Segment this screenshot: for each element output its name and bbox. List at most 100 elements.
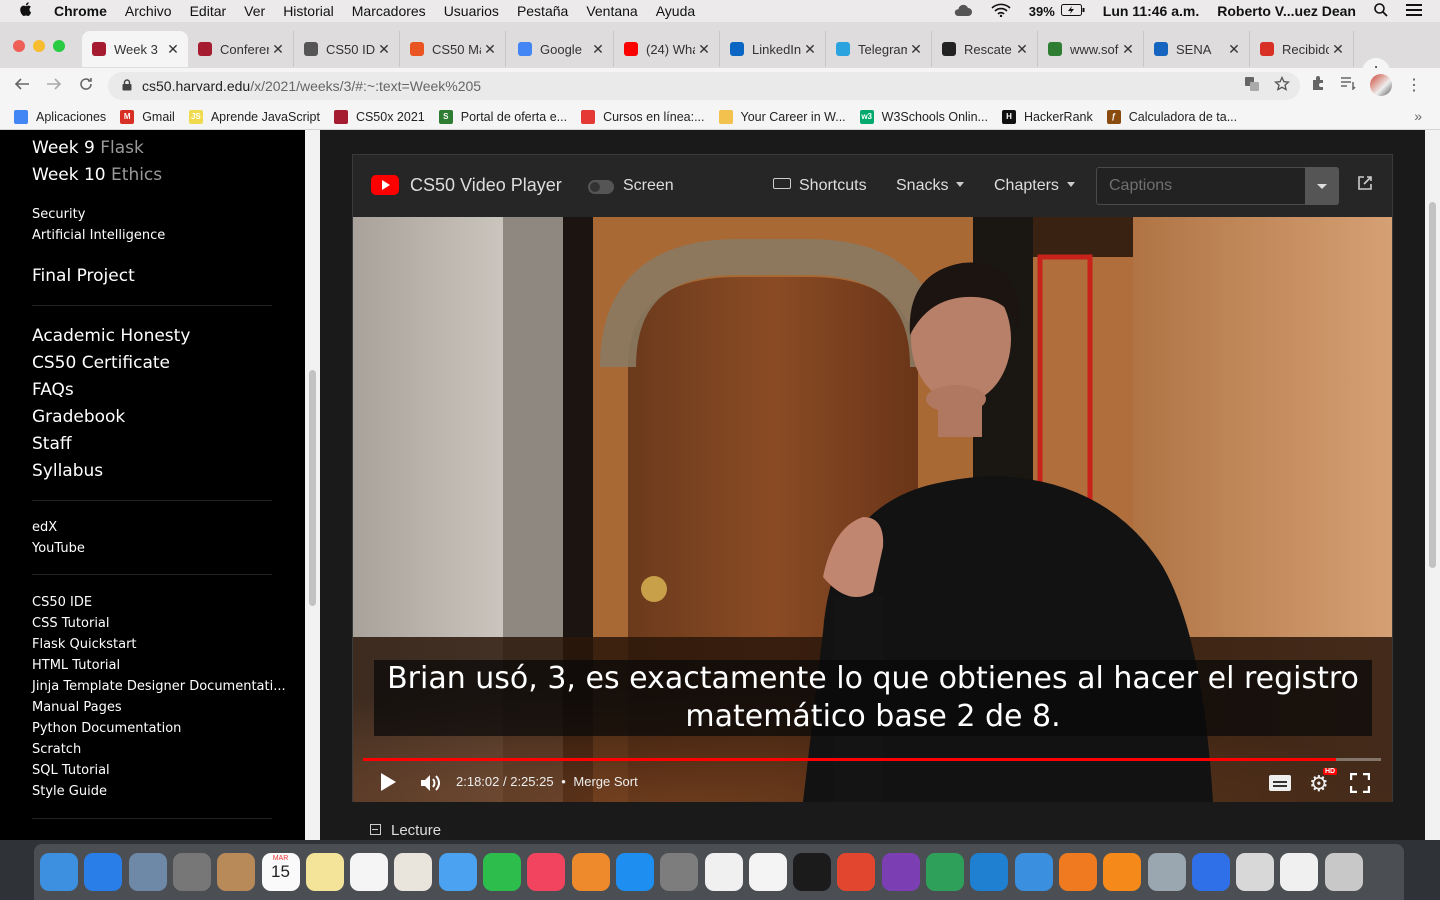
menu-usuarios[interactable]: Usuarios	[444, 3, 499, 19]
lock-icon[interactable]	[122, 78, 132, 94]
sidebar-scrollbar-thumb[interactable]	[309, 370, 316, 606]
video-frame[interactable]: Brian usó, 3, es exactamente lo que obti…	[353, 217, 1392, 802]
music-icon[interactable]	[527, 853, 566, 891]
menu-historial[interactable]: Historial	[283, 3, 334, 19]
browser-tab[interactable]: Week 3 ✕	[82, 31, 188, 67]
shortcuts-button[interactable]: Shortcuts	[773, 177, 867, 195]
menu-app-name[interactable]: Chrome	[54, 3, 107, 19]
sidebar-link-faqs[interactable]: FAQs	[32, 380, 74, 400]
menu-marcadores[interactable]: Marcadores	[352, 3, 426, 19]
bookmark-item[interactable]: Your Career in W...	[718, 109, 846, 124]
bookmark-item[interactable]: ƒ Calculadora de ta...	[1106, 109, 1237, 124]
cloud-icon[interactable]	[953, 3, 973, 20]
tab-close-icon[interactable]: ✕	[1013, 41, 1031, 58]
facetime-icon[interactable]	[483, 853, 521, 891]
sublime-icon[interactable]	[1058, 853, 1097, 891]
browser-tab[interactable]: CS50 IDE✕	[294, 31, 400, 67]
bookmark-item[interactable]: M Gmail	[120, 109, 175, 124]
screen-toggle-label[interactable]: Screen	[623, 177, 674, 195]
reading-list-icon[interactable]	[1340, 76, 1356, 94]
tab-close-icon[interactable]: ✕	[164, 41, 182, 58]
tab-close-icon[interactable]: ✕	[801, 41, 819, 58]
video-progress-bar[interactable]	[363, 758, 1381, 761]
sidebar-link-cs50-ide[interactable]: CS50 IDE	[32, 595, 92, 610]
tab-close-icon[interactable]: ✕	[589, 41, 607, 58]
menu-ventana[interactable]: Ventana	[586, 3, 637, 19]
reload-button[interactable]	[74, 74, 98, 98]
google-docs-icon[interactable]	[1191, 853, 1230, 891]
play-icon[interactable]	[381, 773, 396, 791]
tab-close-icon[interactable]: ✕	[1329, 41, 1347, 58]
browser-tab[interactable]: SENA ✕	[1144, 31, 1250, 67]
screen-toggle[interactable]	[588, 180, 614, 194]
sidebar-link-sql-tutorial[interactable]: SQL Tutorial	[32, 763, 110, 778]
notes-icon[interactable]	[305, 853, 344, 891]
app-store-icon[interactable]	[615, 853, 654, 891]
sidebar-link-html-tutorial[interactable]: HTML Tutorial	[32, 658, 120, 673]
contacts-icon[interactable]	[217, 853, 256, 891]
spotlight-search-icon[interactable]	[1374, 2, 1388, 20]
sidebar-link-certificate[interactable]: CS50 Certificate	[32, 353, 170, 373]
lecture-section-toggle[interactable]: Lecture	[370, 822, 441, 839]
preview-icon[interactable]	[128, 853, 167, 891]
sidebar-link-css-tutorial[interactable]: CSS Tutorial	[32, 616, 110, 631]
office-icon[interactable]	[837, 853, 876, 891]
profile-avatar[interactable]	[1370, 74, 1392, 96]
reminders-icon[interactable]	[350, 853, 389, 891]
captions-dropdown-button[interactable]	[1305, 167, 1339, 205]
user-name[interactable]: Roberto V...uez Dean	[1217, 3, 1356, 19]
atom-icon[interactable]	[926, 853, 964, 891]
browser-tab[interactable]: LinkedIn ✕	[720, 31, 826, 67]
tab-close-icon[interactable]: ✕	[1119, 41, 1137, 58]
wifi-icon[interactable]	[991, 3, 1011, 20]
bookmark-item[interactable]: JS Aprende JavaScript	[188, 109, 320, 124]
browser-tab[interactable]: CS50 Manual✕	[400, 31, 506, 67]
minimize-window-button[interactable]	[33, 40, 45, 52]
page-scrollbar-thumb[interactable]	[1429, 202, 1436, 568]
sidebar-link-manual-pages[interactable]: Manual Pages	[32, 700, 122, 715]
sidebar-link-jinja-docs[interactable]: Jinja Template Designer Documentati...	[32, 679, 286, 694]
browser-tab[interactable]: www.sofia✕	[1038, 31, 1144, 67]
vscode-icon[interactable]	[970, 853, 1009, 891]
mail-icon[interactable]	[1280, 853, 1319, 891]
sidebar-link-final-project[interactable]: Final Project	[32, 266, 135, 286]
menu-pestana[interactable]: Pestaña	[517, 3, 568, 19]
sidebar-link-academic-honesty[interactable]: Academic Honesty	[32, 326, 190, 346]
extensions-icon[interactable]	[1310, 75, 1326, 95]
back-button[interactable]	[10, 74, 34, 98]
browser-tab[interactable]: Telegram ✕	[826, 31, 932, 67]
launchpad-icon[interactable]	[172, 853, 211, 891]
calendar-icon[interactable]: MAR 15	[261, 853, 300, 891]
terminal-icon[interactable]	[793, 853, 832, 891]
menu-ver[interactable]: Ver	[244, 3, 265, 19]
bookmark-item[interactable]: S Portal de oferta e...	[438, 109, 567, 124]
bookmarks-overflow-icon[interactable]: »	[1414, 108, 1422, 124]
sidebar-link-artificial-intelligence[interactable]: Artificial Intelligence	[32, 228, 165, 243]
translate-icon[interactable]	[1244, 76, 1260, 96]
battery-icon[interactable]	[1060, 3, 1085, 19]
control-center-icon[interactable]	[1406, 3, 1422, 20]
sidebar-link-edx[interactable]: edX	[32, 520, 57, 535]
finder-icon[interactable]	[40, 853, 78, 891]
bookmark-item[interactable]: w3 W3Schools Onlin...	[859, 109, 988, 124]
bookmark-item[interactable]: H HackerRank	[1001, 109, 1093, 124]
tab-close-icon[interactable]: ✕	[907, 41, 925, 58]
emacs-icon[interactable]	[881, 853, 920, 891]
current-chapter[interactable]: Merge Sort	[573, 774, 637, 789]
folder-icon[interactable]	[1236, 853, 1275, 891]
bookmark-item[interactable]: Aplicaciones	[14, 109, 106, 124]
menu-ayuda[interactable]: Ayuda	[656, 3, 695, 19]
sidebar-link-youtube[interactable]: YouTube	[32, 541, 85, 556]
forward-button[interactable]	[42, 74, 66, 98]
browser-tab[interactable]: Google ✕	[508, 31, 614, 67]
sidebar-link-flask-quickstart[interactable]: Flask Quickstart	[32, 637, 137, 652]
image-capture-icon[interactable]	[1147, 853, 1186, 891]
subtitles-icon[interactable]	[1269, 775, 1291, 791]
tab-close-icon[interactable]: ✕	[269, 41, 287, 58]
bookmark-star-icon[interactable]	[1273, 75, 1291, 96]
photos-icon[interactable]	[394, 853, 433, 891]
tab-close-icon[interactable]: ✕	[695, 41, 713, 58]
tab-close-icon[interactable]: ✕	[1225, 41, 1243, 58]
vlc-icon[interactable]	[1103, 853, 1142, 891]
browser-tab[interactable]: (24) WhatsApp✕	[614, 31, 720, 67]
